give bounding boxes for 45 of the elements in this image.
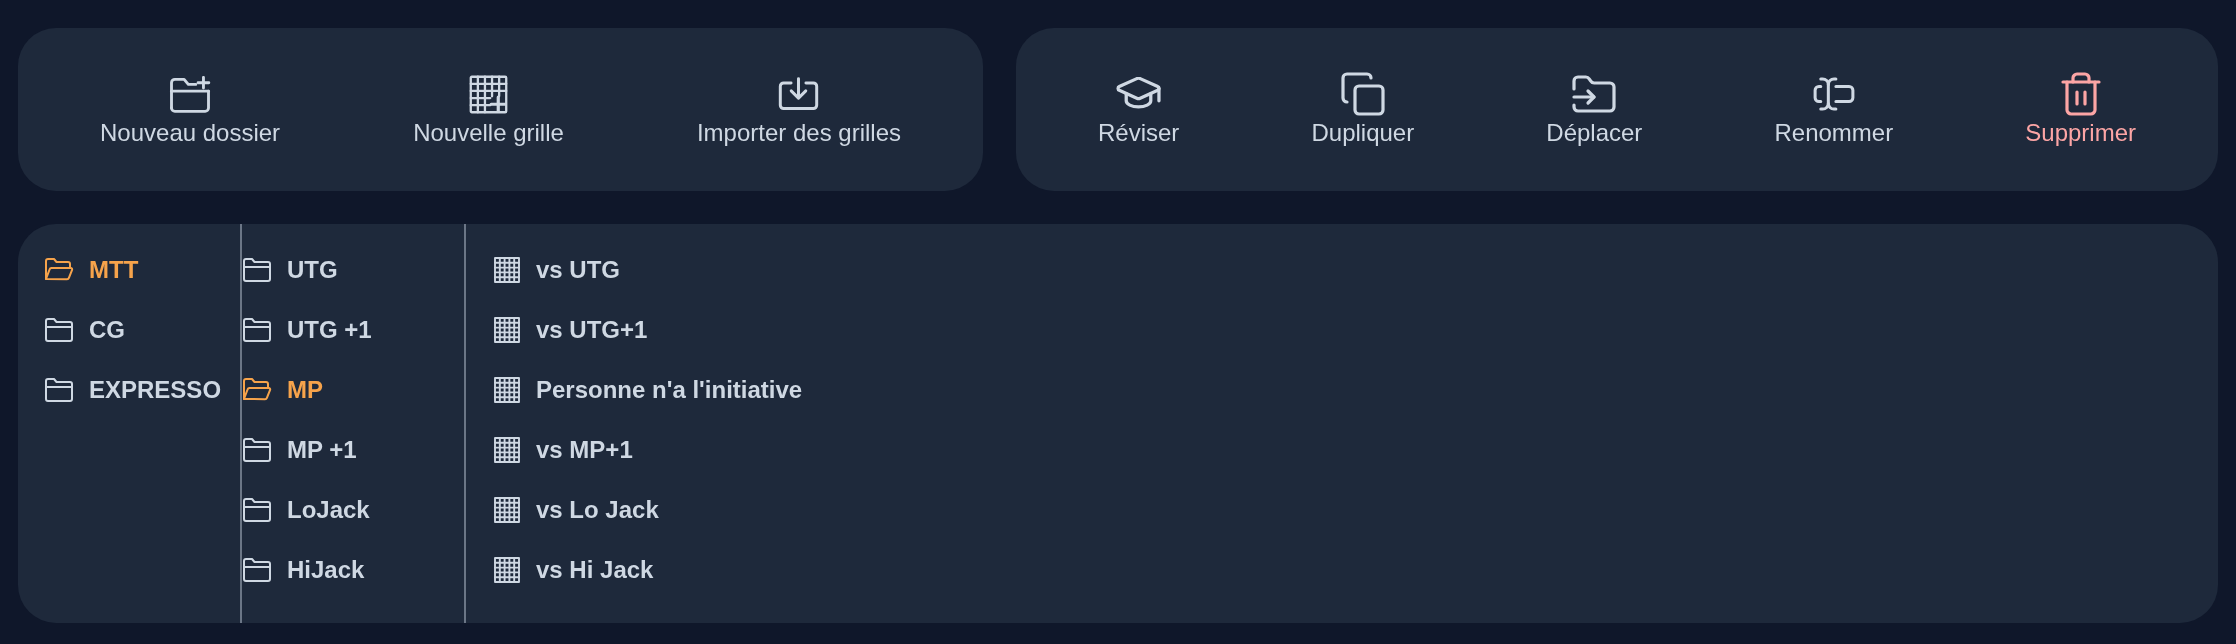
folder-item[interactable]: HiJack [242, 540, 365, 600]
rename-button[interactable]: Renommer [1760, 60, 1908, 159]
folder-item[interactable]: CG [44, 300, 125, 360]
folder-icon [242, 557, 272, 583]
grid-item[interactable]: vs Hi Jack [494, 540, 654, 600]
grid-item[interactable]: vs Lo Jack [494, 480, 659, 540]
folder-item[interactable]: MP [242, 360, 323, 420]
folder-item[interactable]: EXPRESSO [44, 360, 222, 420]
import-button[interactable]: Importer des grilles [682, 60, 915, 159]
duplicate-button[interactable]: Dupliquer [1297, 60, 1429, 159]
grid-item[interactable]: vs UTG [494, 240, 621, 300]
copy-icon [1340, 72, 1385, 116]
grid-item[interactable]: vs MP+1 [494, 420, 633, 480]
grid-plus-icon [469, 74, 508, 114]
folder-item[interactable]: UTG [242, 240, 338, 300]
grid-icon [494, 437, 520, 463]
folder-icon [44, 317, 74, 343]
new-grid-button[interactable]: Nouvelle grille [399, 60, 578, 159]
move-button[interactable]: Déplacer [1532, 60, 1657, 159]
folder-icon [242, 317, 272, 343]
grid-icon [494, 557, 520, 583]
folder-item[interactable]: UTG +1 [242, 300, 372, 360]
text-cursor-icon [1811, 77, 1856, 111]
open-folder-icon [44, 257, 74, 283]
grid-icon [494, 497, 520, 523]
folder-item[interactable]: MTT [44, 240, 139, 300]
folder-icon [242, 257, 272, 283]
trash-icon [2060, 72, 2101, 116]
tray-arrow-icon [777, 76, 821, 112]
folder-plus-icon [168, 75, 213, 113]
grid-icon [494, 317, 520, 343]
folder-icon [242, 437, 272, 463]
graduation-cap-icon [1116, 77, 1162, 111]
folder-item[interactable]: MP +1 [242, 420, 357, 480]
grid-icon [494, 257, 520, 283]
grid-icon [494, 377, 520, 403]
new-folder-button[interactable]: Nouveau dossier [86, 60, 295, 159]
folder-icon [44, 377, 74, 403]
open-folder-icon [242, 377, 272, 403]
folder-icon [242, 497, 272, 523]
folder-item[interactable]: LoJack [242, 480, 370, 540]
delete-button[interactable]: Supprimer [2011, 60, 2150, 159]
review-button[interactable]: Réviser [1084, 60, 1194, 159]
grid-item[interactable]: Personne n'a l'initiative [494, 360, 803, 420]
grid-item[interactable]: vs UTG+1 [494, 300, 648, 360]
